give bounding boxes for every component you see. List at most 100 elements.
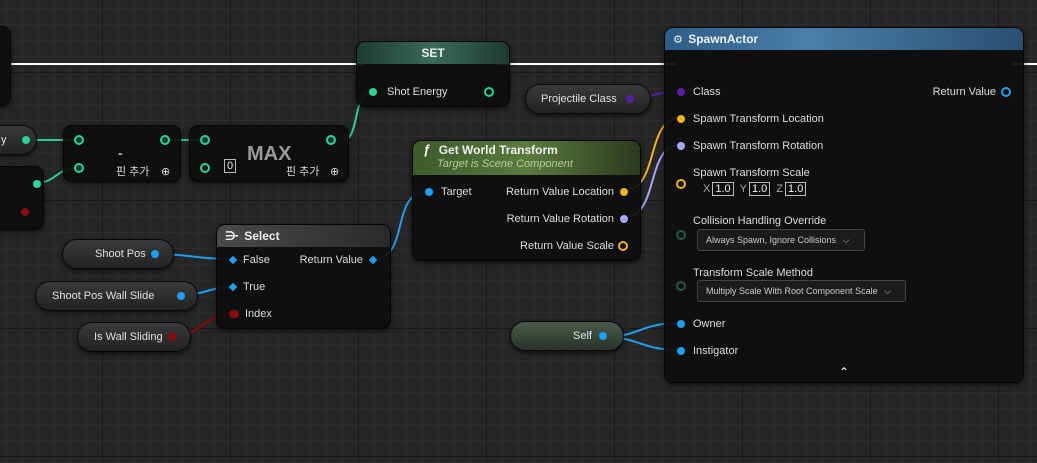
subtract-add-pin-icon[interactable]: ⊕ [161, 165, 170, 179]
set-shot-energy-in-pin[interactable] [369, 88, 377, 96]
set-shot-energy-label: Shot Energy [387, 86, 448, 98]
max-value-input[interactable]: 0 [224, 159, 237, 173]
select-false-label: False [243, 254, 270, 266]
select-true-label: True [243, 281, 266, 293]
variable-is-wall-sliding-label: Is Wall Sliding [94, 331, 163, 343]
variable-shoot-pos-wall-slide-pin[interactable] [177, 292, 185, 300]
subtract-add-pin-label[interactable]: 핀 추가 [116, 165, 149, 179]
set-title: SET [421, 46, 445, 60]
spawn-actor-header: ⚙ SpawnActor [665, 28, 1023, 50]
spawn-scale-y-input[interactable]: 1.0 [748, 182, 771, 196]
select-header: ⋺ Select [217, 225, 390, 247]
max-node[interactable]: 0 MAX 핀 추가 ⊕ [189, 125, 349, 182]
spawn-rot-label: Spawn Transform Rotation [693, 140, 824, 152]
variable-is-wall-sliding[interactable]: Is Wall Sliding [77, 322, 191, 352]
partial-node-bool-pin[interactable] [21, 208, 29, 216]
max-out-pin[interactable] [326, 135, 336, 145]
spawn-collision-pin[interactable] [676, 230, 686, 240]
spawn-scale-vector: X 1.0 Y 1.0 Z 1.0 [703, 182, 812, 196]
spawn-loc-label: Spawn Transform Location [693, 113, 824, 125]
subtract-node[interactable]: - 핀 추가 ⊕ [63, 125, 181, 182]
variable-self-pin[interactable] [599, 332, 607, 340]
select-index-label: Index [245, 308, 272, 320]
spawn-scale-pin[interactable] [676, 179, 686, 189]
variable-projectile-class-pin[interactable] [626, 95, 634, 103]
max-add-pin-label[interactable]: 핀 추가 [286, 165, 319, 179]
spawn-collision-dropdown[interactable]: Always Spawn, Ignore Collisions ⌵ [697, 229, 865, 251]
gwt-target-label: Target [441, 186, 472, 198]
partial-node-left[interactable] [0, 166, 44, 230]
set-header: SET [357, 42, 509, 64]
gwt-header: ƒ Get World Transform Target is Scene Co… [413, 141, 640, 175]
gwt-rot-label: Return Value Rotation [506, 213, 614, 225]
select-index-pin[interactable] [229, 310, 239, 318]
subtract-out-pin[interactable] [160, 135, 170, 145]
select-return-pin[interactable] [368, 255, 378, 265]
select-false-pin[interactable] [228, 255, 238, 265]
gwt-loc-label: Return Value Location [505, 186, 614, 198]
spawn-return-pin[interactable] [1001, 87, 1011, 97]
spawn-scale-x-label: X [703, 183, 711, 195]
spawn-loc-pin[interactable] [677, 115, 685, 123]
variable-shoot-pos[interactable]: Shoot Pos [62, 239, 174, 269]
chevron-down-icon: ⌵ [884, 286, 891, 296]
gwt-scale-pin[interactable] [618, 241, 628, 251]
subtract-op-label: - [118, 145, 123, 161]
select-true-pin[interactable] [228, 282, 238, 292]
max-in-b-pin[interactable] [200, 163, 210, 173]
spawn-class-pin[interactable] [677, 88, 685, 96]
spawn-scale-z-input[interactable]: 1.0 [785, 182, 807, 196]
partial-node-float-pin[interactable] [33, 180, 41, 188]
spawn-owner-pin[interactable] [677, 320, 685, 328]
spawn-scale-label: Spawn Transform Scale [693, 167, 810, 179]
spawn-scale-method-dropdown[interactable]: Multiply Scale With Root Component Scale… [697, 280, 906, 302]
collapse-chevron-icon[interactable]: ⌃ [839, 365, 849, 379]
variable-shoot-pos-wall-slide-label: Shoot Pos Wall Slide [52, 290, 155, 302]
gwt-loc-pin[interactable] [620, 188, 628, 196]
variable-shoot-pos-pin[interactable] [151, 250, 159, 258]
spawn-actor-icon: ⚙ [673, 34, 683, 46]
variable-shoot-pos-label: Shoot Pos [95, 248, 146, 260]
spawn-owner-label: Owner [693, 318, 726, 330]
function-icon: ƒ [423, 142, 431, 157]
variable-energy-label: y [1, 134, 7, 146]
select-icon: ⋺ [225, 229, 239, 243]
spawn-class-label: Class [693, 86, 721, 98]
set-shot-energy-out-pin[interactable] [484, 87, 494, 97]
variable-energy[interactable]: y [0, 125, 37, 155]
set-node[interactable]: SET Shot Energy [356, 41, 510, 107]
spawn-scale-z-label: Z [776, 183, 784, 195]
variable-self[interactable]: Self [510, 321, 624, 351]
spawn-instigator-pin[interactable] [677, 347, 685, 355]
subtract-in-b-pin[interactable] [74, 163, 84, 173]
select-title: Select [244, 229, 280, 243]
gwt-rot-pin[interactable] [620, 215, 628, 223]
variable-shoot-pos-wall-slide[interactable]: Shoot Pos Wall Slide [35, 281, 198, 311]
subtract-in-a-pin[interactable] [74, 135, 84, 145]
spawn-scale-x-input[interactable]: 1.0 [712, 182, 734, 196]
spawn-scale-y-label: Y [739, 183, 747, 195]
variable-is-wall-sliding-pin[interactable] [168, 333, 176, 341]
spawn-actor-node[interactable]: ⚙ SpawnActor Class Return Value Spawn Tr… [664, 27, 1024, 383]
max-in-a-pin[interactable] [200, 135, 210, 145]
gwt-scale-label: Return Value Scale [520, 240, 614, 252]
gwt-target-pin[interactable] [425, 188, 433, 196]
select-return-label: Return Value [299, 254, 363, 266]
spawn-actor-title: SpawnActor [688, 32, 759, 46]
variable-self-label: Self [573, 330, 592, 342]
chevron-down-icon: ⌵ [842, 235, 850, 245]
get-world-transform-node[interactable]: ƒ Get World Transform Target is Scene Co… [412, 140, 641, 261]
spawn-collision-label: Collision Handling Override [693, 215, 827, 227]
gwt-title: Get World Transform [438, 143, 558, 157]
gwt-subtitle: Target is Scene Component [437, 158, 573, 170]
spawn-scale-method-value: Multiply Scale With Root Component Scale [706, 286, 878, 296]
partial-node-top-left[interactable] [0, 26, 11, 106]
spawn-scale-method-label: Transform Scale Method [693, 267, 814, 279]
spawn-rot-pin[interactable] [677, 142, 685, 150]
select-node[interactable]: ⋺ Select False True Index Return Value [216, 224, 391, 329]
spawn-scale-method-pin[interactable] [676, 281, 686, 291]
max-add-pin-icon[interactable]: ⊕ [330, 165, 339, 179]
variable-projectile-class[interactable]: Projectile Class [525, 84, 651, 114]
spawn-collision-value: Always Spawn, Ignore Collisions [706, 235, 837, 245]
variable-energy-pin[interactable] [22, 136, 30, 144]
